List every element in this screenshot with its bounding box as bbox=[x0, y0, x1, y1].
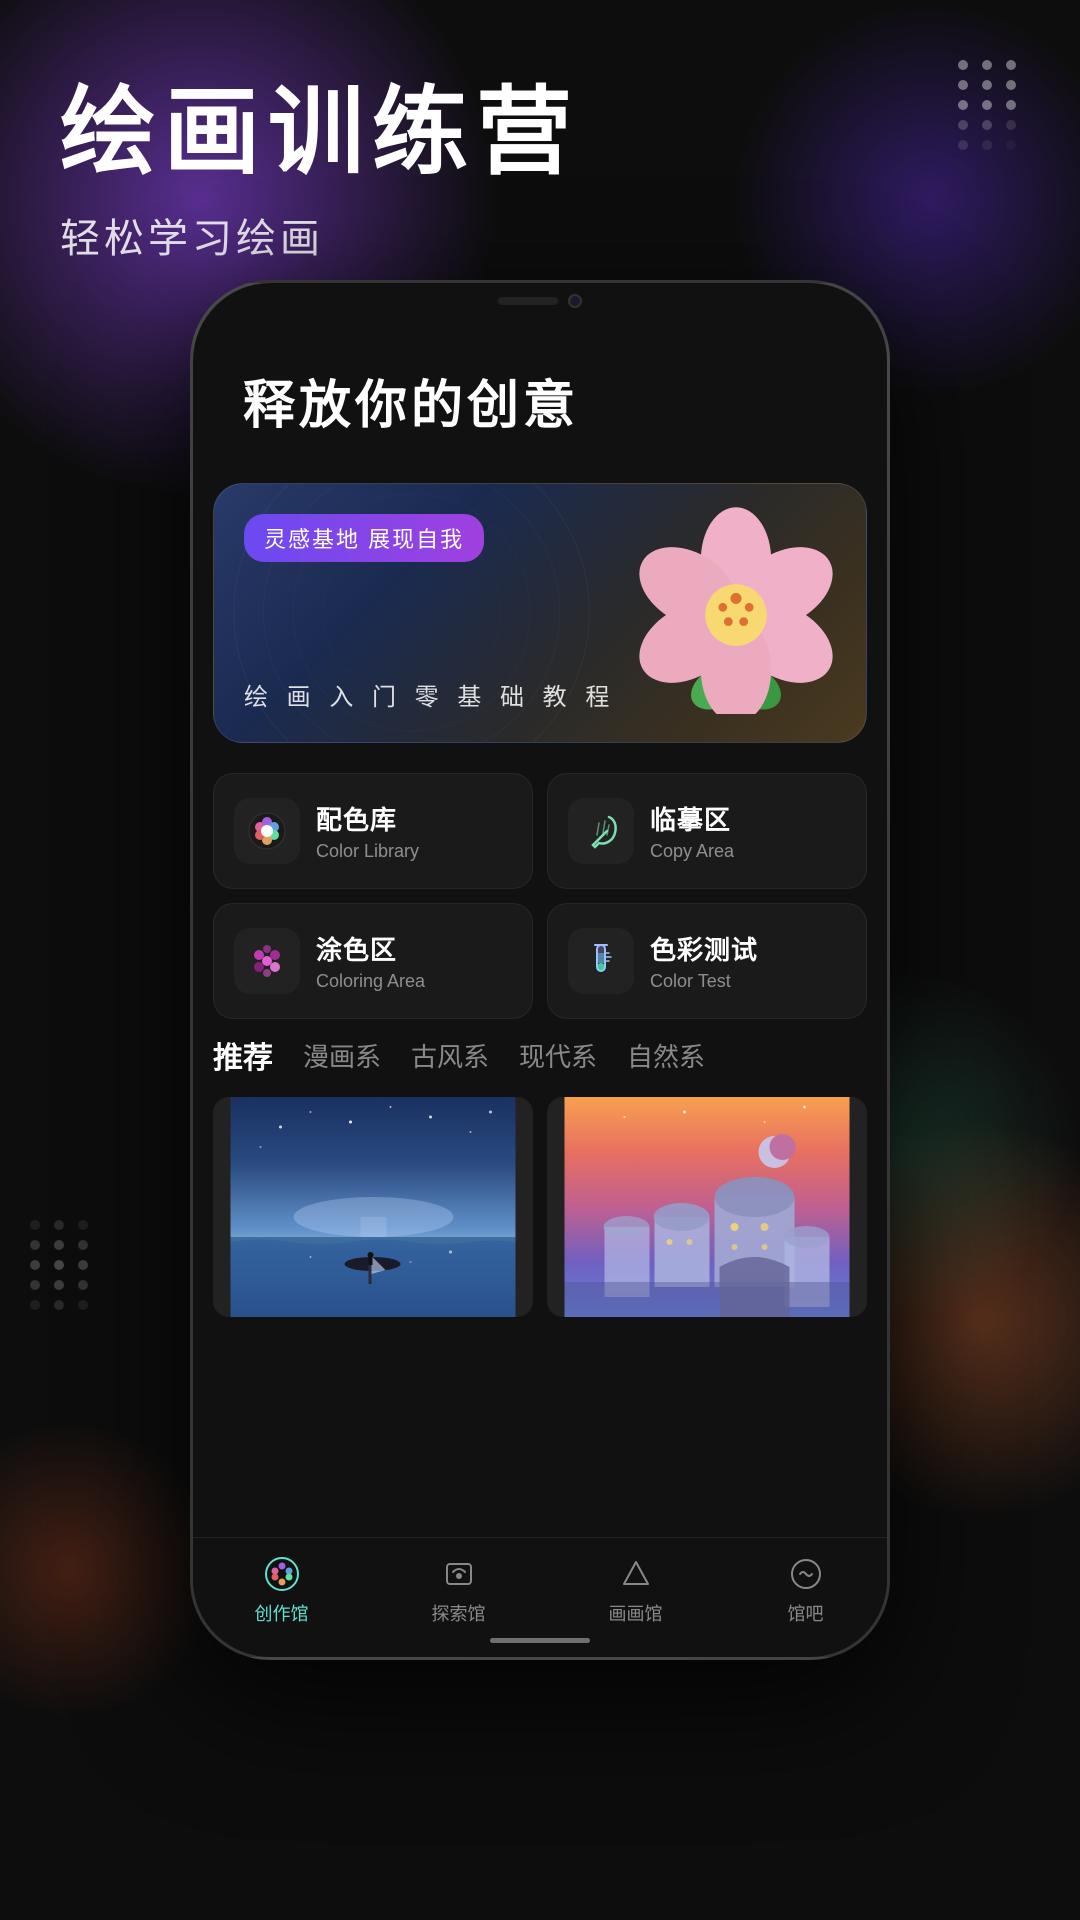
nav-icon-creation bbox=[262, 1554, 302, 1594]
app-title: 绘画训练营 bbox=[60, 80, 1020, 186]
menu-en-copy-area: Copy Area bbox=[650, 841, 734, 862]
menu-item-color-library[interactable]: 配色库 Color Library bbox=[213, 773, 533, 889]
nav-icon-gallery-bar bbox=[786, 1554, 826, 1594]
phone-notch bbox=[450, 283, 630, 319]
nav-label-creation: 创作馆 bbox=[255, 1600, 309, 1626]
menu-cn-color-library: 配色库 bbox=[316, 800, 419, 837]
tab-ancient[interactable]: 古风系 bbox=[411, 1037, 489, 1074]
recommend-tabs: 推荐 漫画系 古风系 现代系 自然系 bbox=[213, 1033, 867, 1077]
nav-drawing[interactable]: 画画馆 bbox=[609, 1554, 663, 1626]
bottom-nav: 创作馆 探索馆 bbox=[193, 1537, 887, 1657]
tab-manga[interactable]: 漫画系 bbox=[303, 1037, 381, 1074]
nav-label-drawing: 画画馆 bbox=[609, 1600, 663, 1626]
release-creativity-text: 释放你的创意 bbox=[243, 363, 579, 438]
tab-nature[interactable]: 自然系 bbox=[627, 1037, 705, 1074]
menu-cn-color-test: 色彩测试 bbox=[650, 930, 758, 967]
nav-creation[interactable]: 创作馆 bbox=[255, 1554, 309, 1626]
menu-grid: 配色库 Color Library bbox=[213, 773, 867, 1019]
feather-icon bbox=[568, 798, 634, 864]
dot-decoration-top bbox=[958, 60, 1020, 150]
banner-card[interactable]: 灵感基地 展现自我 bbox=[213, 483, 867, 743]
phone-mockup: 释放你的创意 灵感基地 展现自我 bbox=[190, 280, 890, 1680]
nav-indicator bbox=[490, 1638, 590, 1643]
menu-en-color-library: Color Library bbox=[316, 841, 419, 862]
dots-icon bbox=[234, 928, 300, 994]
menu-cn-coloring-area: 涂色区 bbox=[316, 930, 425, 967]
banner-description: 绘 画 入 门 零 基 础 教 程 bbox=[244, 677, 615, 712]
tab-modern[interactable]: 现代系 bbox=[519, 1037, 597, 1074]
menu-cn-copy-area: 临摹区 bbox=[650, 800, 734, 837]
nav-gallery-bar[interactable]: 馆吧 bbox=[786, 1554, 826, 1626]
banner-tag: 灵感基地 展现自我 bbox=[244, 514, 484, 562]
recommend-section: 推荐 漫画系 古风系 现代系 自然系 bbox=[213, 1033, 867, 1317]
dot-decoration-bottom bbox=[30, 1220, 92, 1310]
menu-item-coloring-area[interactable]: 涂色区 Coloring Area bbox=[213, 903, 533, 1019]
palette-icon bbox=[234, 798, 300, 864]
artwork-city[interactable] bbox=[547, 1097, 867, 1317]
menu-en-coloring-area: Coloring Area bbox=[316, 971, 425, 992]
test-tube-icon bbox=[568, 928, 634, 994]
app-tagline: 轻松学习绘画 bbox=[60, 206, 1020, 264]
menu-item-copy-area[interactable]: 临摹区 Copy Area bbox=[547, 773, 867, 889]
flower-decoration bbox=[626, 494, 846, 714]
artwork-ocean[interactable] bbox=[213, 1097, 533, 1317]
nav-icon-drawing bbox=[616, 1554, 656, 1594]
menu-item-color-test[interactable]: 色彩测试 Color Test bbox=[547, 903, 867, 1019]
recommend-label: 推荐 bbox=[213, 1033, 273, 1077]
nav-icon-explore bbox=[439, 1554, 479, 1594]
menu-en-color-test: Color Test bbox=[650, 971, 758, 992]
artwork-grid bbox=[213, 1097, 867, 1317]
nav-explore[interactable]: 探索馆 bbox=[432, 1554, 486, 1626]
nav-label-explore: 探索馆 bbox=[432, 1600, 486, 1626]
nav-label-gallery-bar: 馆吧 bbox=[788, 1600, 824, 1626]
